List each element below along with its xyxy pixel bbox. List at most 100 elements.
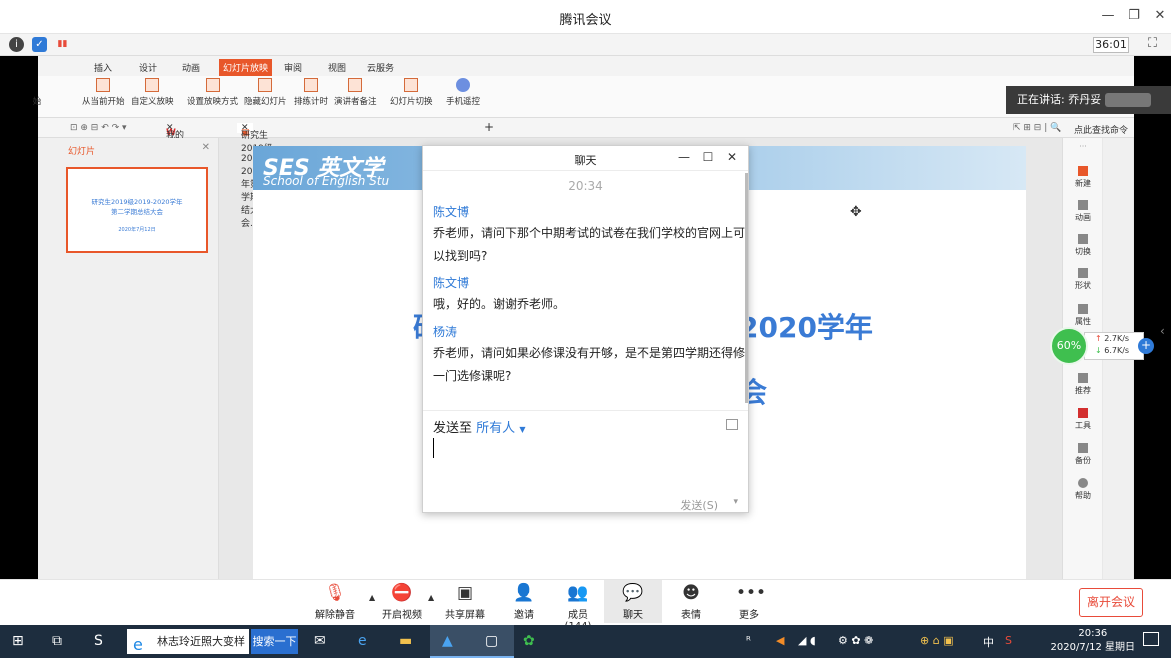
window-titlebar: 腾讯会议 — ❐ ✕ xyxy=(0,0,1171,34)
find-command[interactable]: 点此查找命令 xyxy=(1074,123,1128,136)
windows-start-icon[interactable]: ⊞ xyxy=(12,633,24,649)
ribbon-custom-show[interactable]: 自定义放映 xyxy=(131,78,174,107)
new-tab-icon[interactable]: + xyxy=(484,120,494,134)
speaker-name-blur xyxy=(1105,93,1152,107)
slide-thumbnail[interactable]: 研究生2019级2019-2020学年 第二学期总结大会 2020年7月12日 xyxy=(66,167,208,253)
taskbar-tencent-meeting[interactable]: ▲ xyxy=(430,625,472,658)
ribbon-setup-show[interactable]: 设置放映方式 xyxy=(187,78,238,107)
send-to-selector[interactable]: 发送至 所有人 ▼ xyxy=(433,417,525,436)
meeting-toolbar: 🎙解除静音 ▲ ⛔开启视频 ▲ ▣共享屏幕 👤邀请 👥成员(144) 💬聊天 ☻… xyxy=(0,579,1171,632)
chevron-down-icon[interactable]: ▼ xyxy=(519,425,525,434)
panel-help[interactable]: 帮助 xyxy=(1063,478,1103,501)
taskbar-search-button[interactable]: 搜索一下 xyxy=(251,629,298,654)
ribbon-rehearse[interactable]: 排练计时 xyxy=(294,78,328,107)
doc-tab-wps[interactable]: W 我的WPS ✕ xyxy=(166,123,186,151)
ribbon-remote[interactable]: 手机遥控 xyxy=(446,78,480,107)
side-collapse-icon[interactable]: ‹ xyxy=(1160,324,1165,338)
send-to-target[interactable]: 所有人 xyxy=(476,421,515,436)
phone-remote-icon xyxy=(456,78,470,92)
minimize-button[interactable]: — xyxy=(1098,8,1118,23)
mail-icon[interactable]: ✉ xyxy=(314,633,326,649)
chat-scrollbar[interactable] xyxy=(745,173,748,403)
panel-tools[interactable]: 工具 xyxy=(1063,408,1103,431)
tab-view[interactable]: 视图 xyxy=(328,61,346,74)
mute-options-icon[interactable]: ▲ xyxy=(369,593,375,602)
invite-button[interactable]: 👤 邀请 xyxy=(510,583,538,621)
ribbon-speaker-notes[interactable]: 演讲者备注 xyxy=(334,78,377,107)
chat-input[interactable] xyxy=(433,438,434,458)
thumb-date: 2020年7月12日 xyxy=(118,227,156,233)
tab-insert[interactable]: 插入 xyxy=(94,61,112,74)
close-pane-icon[interactable]: ✕ xyxy=(202,142,210,153)
folder-icon[interactable]: ▬ xyxy=(399,633,412,649)
shield-icon[interactable]: ✓ xyxy=(32,37,47,52)
panel-animation[interactable]: 动画 xyxy=(1063,200,1103,223)
ribbon-tabs: 插入 设计 动画 幻灯片放映 审阅 视图 云服务 xyxy=(38,56,1134,76)
panel-backup[interactable]: 备份 xyxy=(1063,443,1103,466)
message-text: 乔老师，请问下那个中期考试的试卷在我们学校的官网上可以找到吗? xyxy=(433,226,746,263)
tray-arrow-icon[interactable]: ◀ xyxy=(776,634,784,647)
close-button[interactable]: ✕ xyxy=(1150,8,1170,23)
info-icon[interactable]: i xyxy=(9,37,24,52)
doc-tab-file[interactable]: ▣ 研究生2019级2019-2020学年第二学期总结大会.pptx ✕ xyxy=(237,123,273,229)
file-icon[interactable] xyxy=(726,419,738,430)
edge-icon[interactable]: e xyxy=(358,633,367,649)
network-widget[interactable]: ↑ 2.7K/s ↓ 6.7K/s 60% + xyxy=(1050,327,1158,365)
slide-title-year: 2020学年 xyxy=(739,311,873,344)
ribbon-start[interactable]: 始 xyxy=(30,78,44,107)
meeting-info-bar: i ✓ ▮▮ 36:01 ⛶ xyxy=(0,34,1171,56)
task-view-icon[interactable]: ⧉ xyxy=(52,633,62,649)
emoji-button[interactable]: ☻ 表情 xyxy=(677,583,705,621)
ime-indicator[interactable]: 中 xyxy=(983,634,994,650)
network-tray-icon[interactable]: ◢ ◖ xyxy=(798,634,816,647)
ribbon-from-current[interactable]: 从当前开始 xyxy=(82,78,125,107)
invite-icon: 👤 xyxy=(513,583,535,603)
panel-more-icon[interactable]: ··· xyxy=(1063,142,1103,151)
panel-recommend[interactable]: 推荐 xyxy=(1063,373,1103,396)
sogou-icon[interactable]: S xyxy=(94,633,103,649)
chat-minimize-icon[interactable]: — xyxy=(676,150,692,164)
video-button[interactable]: ⛔ 开启视频 xyxy=(382,583,422,621)
sogou-tray-icon[interactable]: S xyxy=(1005,634,1012,647)
send-options-chevron-icon[interactable]: ▾ xyxy=(733,497,738,507)
chat-button[interactable]: 💬 聊天 xyxy=(604,580,662,623)
video-options-icon[interactable]: ▲ xyxy=(428,593,434,602)
taskbar-active-app[interactable]: ▢ xyxy=(472,625,514,658)
share-screen-button[interactable]: ▣ 共享屏幕 xyxy=(445,583,485,621)
ribbon-hide-slide[interactable]: 隐藏幻灯片 xyxy=(244,78,287,107)
people-icon[interactable]: ᴿ xyxy=(746,634,751,647)
tab-review[interactable]: 审阅 xyxy=(284,61,302,74)
send-button[interactable]: 发送(S) xyxy=(680,497,718,513)
quick-access-icons[interactable]: ⊡ ⊕ ⊟ ↶ ↷ ▾ xyxy=(70,123,127,133)
maximize-button[interactable]: ❐ xyxy=(1124,8,1144,23)
panel-shape[interactable]: 形状 xyxy=(1063,268,1103,291)
more-button[interactable]: ••• 更多 xyxy=(736,583,766,621)
signal-icon[interactable]: ▮▮ xyxy=(55,37,70,52)
taskbar-clock[interactable]: 20:36 2020/7/12 星期日 xyxy=(1051,627,1135,655)
chat-icon: 💬 xyxy=(622,583,644,603)
notes-icon xyxy=(348,78,363,92)
chat-maximize-icon[interactable]: ☐ xyxy=(700,150,716,164)
mute-button[interactable]: 🎙 解除静音 xyxy=(315,583,355,621)
wechat-icon[interactable]: ✿ xyxy=(523,633,535,649)
ribbon-transition[interactable]: 幻灯片切换 xyxy=(390,78,433,107)
chat-close-icon[interactable]: ✕ xyxy=(724,150,740,164)
taskbar-ie-tab[interactable]: e 林志玲近照大变样 xyxy=(127,629,249,654)
tab-cloud[interactable]: 云服务 xyxy=(367,61,394,74)
tray-extra-icons[interactable]: ⊕ ⌂ ▣ xyxy=(920,634,954,647)
tab-slideshow[interactable]: 幻灯片放映 xyxy=(219,59,273,76)
message-sender: 陈文博 xyxy=(433,205,470,219)
notification-icon[interactable] xyxy=(1143,632,1159,646)
fullscreen-icon[interactable]: ⛶ xyxy=(1148,36,1157,51)
right-tools-icons[interactable]: ⇱ ⊞ ⊟ | 🔍 xyxy=(1013,123,1061,133)
panel-new[interactable]: 新建 xyxy=(1063,166,1103,189)
emoji-icon: ☻ xyxy=(682,583,700,603)
panel-properties[interactable]: 属性 xyxy=(1063,304,1103,327)
tab-animation[interactable]: 动画 xyxy=(182,61,200,74)
boost-plus-icon[interactable]: + xyxy=(1138,338,1154,354)
tab-design[interactable]: 设计 xyxy=(139,61,157,74)
mic-muted-icon: 🎙 xyxy=(324,583,346,603)
tray-apps-icon[interactable]: ⚙ ✿ ❁ xyxy=(838,634,873,647)
panel-transition[interactable]: 切换 xyxy=(1063,234,1103,257)
leave-meeting-button[interactable]: 离开会议 xyxy=(1079,588,1143,617)
